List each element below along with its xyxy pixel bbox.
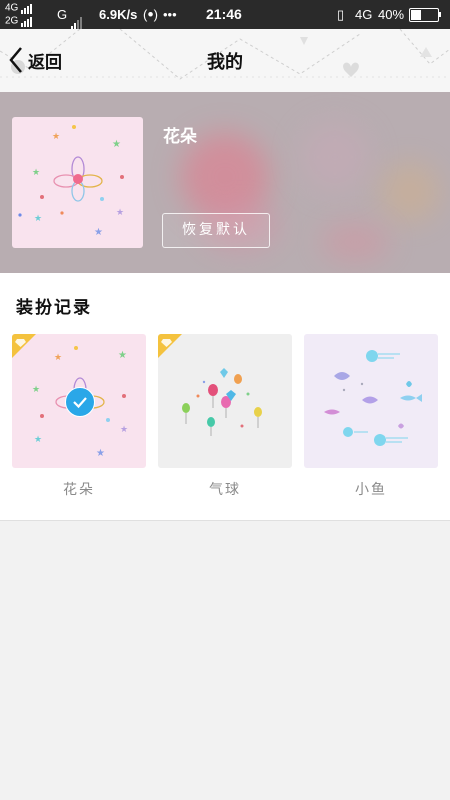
svg-text:★: ★ [112, 139, 121, 150]
record-label-balloon: 气球 [209, 482, 241, 498]
svg-text:★: ★ [34, 214, 42, 224]
record-card-fish[interactable] [304, 334, 438, 468]
flower-pattern-icon: ★ ★ ★ ★ ★ ★ [18, 125, 124, 238]
clock: 21:46 [206, 6, 242, 22]
network-type-4: 4G [355, 7, 373, 22]
vip-badge-icon [158, 334, 182, 358]
record-card-balloon[interactable] [158, 334, 292, 468]
page-title: 我的 [207, 52, 243, 73]
record-card-flower[interactable]: ★ ★ ★ ★ ★ ★ [12, 334, 146, 468]
svg-text:★: ★ [32, 168, 40, 178]
signal-icon [21, 2, 33, 14]
current-decoration-name: 花朵 [163, 127, 197, 147]
decoration-records-section: 装扮记录 ★ ★ ★ ★ ★ ★ 花朵 气球 小鱼 [0, 273, 450, 521]
svg-text:★: ★ [120, 425, 128, 435]
vip-badge-icon [12, 334, 36, 358]
battery-icon [409, 8, 439, 22]
vibrate-icon: ▯ [337, 7, 345, 22]
svg-text:★: ★ [34, 435, 42, 445]
signal-icon-3 [70, 1, 83, 31]
svg-text:★: ★ [118, 350, 127, 361]
wifi-icon: (ꔷ) [143, 7, 159, 22]
svg-text:★: ★ [96, 448, 105, 459]
network-type-1: 4G 2G [5, 2, 33, 27]
record-label-flower: 花朵 [63, 482, 95, 498]
svg-text:★: ★ [94, 227, 103, 238]
network-type-3: G [57, 0, 83, 31]
svg-text:★: ★ [116, 208, 124, 218]
selected-check-icon [65, 387, 95, 417]
status-bar: 4G 2G G 6.9K/s (ꔷ) ••• 21:46 ▯ 4G 40% [0, 0, 450, 31]
svg-text:★: ★ [52, 132, 60, 142]
restore-default-button[interactable]: 恢复默认 [162, 213, 270, 248]
title-bar: 返回 我的 [0, 29, 450, 92]
battery-tip [439, 12, 441, 17]
more-dots: ••• [163, 7, 177, 22]
signal-icon-2 [21, 15, 33, 27]
records-title: 装扮记录 [16, 298, 92, 318]
record-label-fish: 小鱼 [355, 482, 387, 498]
svg-text:★: ★ [32, 385, 40, 395]
battery-percent: 40% [378, 7, 405, 22]
current-decoration-thumbnail: ★ ★ ★ ★ ★ ★ [12, 117, 143, 248]
net-speed: 6.9K/s [99, 7, 138, 22]
fish-pattern-icon [324, 350, 422, 446]
svg-text:★: ★ [54, 353, 62, 363]
